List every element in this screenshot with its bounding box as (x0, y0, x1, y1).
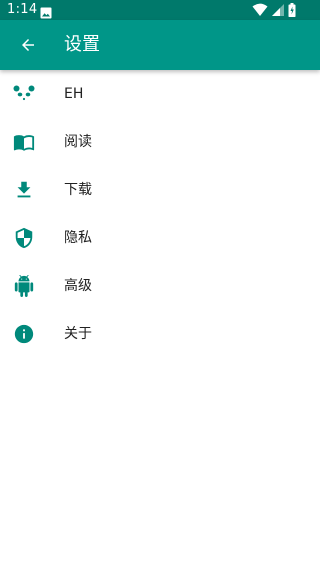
settings-item-label: EH (64, 86, 84, 102)
settings-list: EH 阅读 下载 隐私 高级 关于 (0, 70, 320, 358)
settings-screen: 1:14 设置 EH 阅读 下载 隐私 高级 关于 (0, 0, 320, 570)
settings-item-label: 关于 (64, 326, 92, 342)
settings-item-eh[interactable]: EH (0, 70, 320, 118)
book-icon (12, 130, 36, 154)
page-title: 设置 (64, 34, 100, 55)
settings-item-reading[interactable]: 阅读 (0, 118, 320, 166)
settings-item-advanced[interactable]: 高级 (0, 262, 320, 310)
settings-item-privacy[interactable]: 隐私 (0, 214, 320, 262)
info-icon (12, 322, 36, 346)
battery-icon (288, 3, 296, 17)
shield-icon (12, 226, 36, 250)
panda-icon (12, 82, 36, 106)
settings-item-label: 阅读 (64, 134, 92, 150)
settings-item-about[interactable]: 关于 (0, 310, 320, 358)
settings-item-download[interactable]: 下载 (0, 166, 320, 214)
wifi-icon (252, 3, 268, 17)
settings-item-label: 隐私 (64, 230, 92, 246)
cell-signal-icon (272, 4, 284, 16)
status-bar: 1:14 (0, 0, 320, 20)
download-icon (12, 178, 36, 202)
status-time: 1:14 (7, 2, 38, 17)
app-toolbar: 设置 (0, 20, 320, 70)
settings-item-label: 下载 (64, 182, 92, 198)
android-icon (12, 274, 36, 298)
settings-item-label: 高级 (64, 278, 92, 294)
back-button[interactable] (8, 25, 48, 65)
arrow-back-icon (22, 39, 34, 51)
status-icons (252, 3, 312, 17)
